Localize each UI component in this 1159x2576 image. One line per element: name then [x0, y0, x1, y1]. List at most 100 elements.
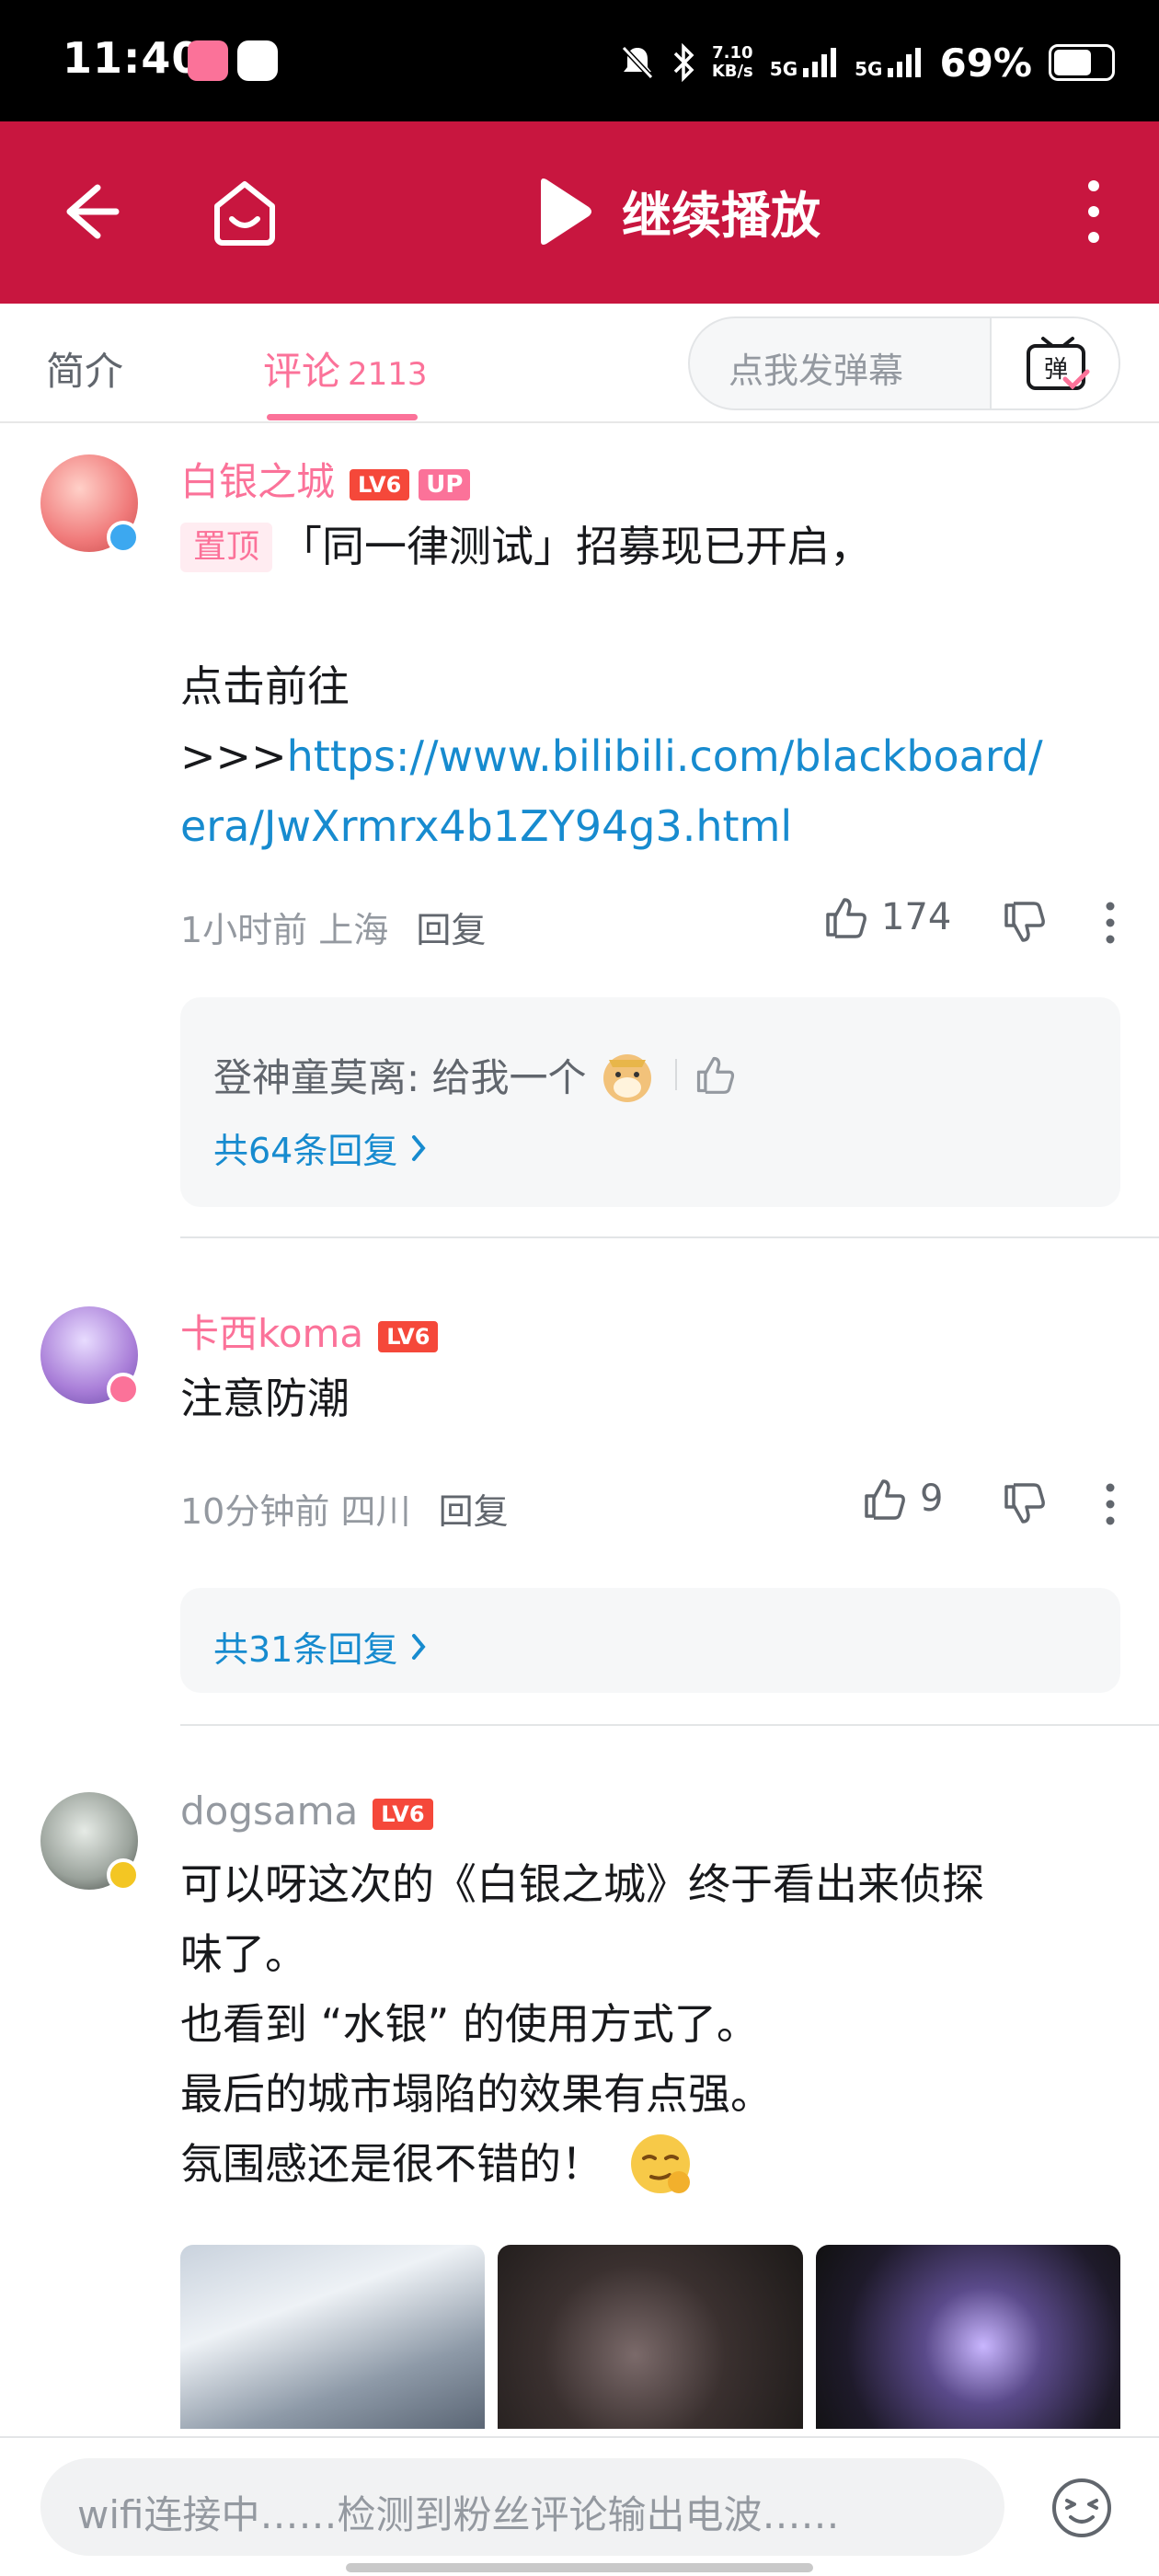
network-speed: 7.10 KB/s — [712, 44, 753, 81]
tab-comments[interactable]: 评论 2113 — [263, 340, 428, 397]
battery-fill — [1054, 50, 1091, 75]
like-button[interactable]: 9 — [861, 1476, 943, 1522]
comment-location: 上海 — [318, 910, 389, 950]
avatar[interactable] — [40, 454, 140, 554]
separator — [674, 1059, 677, 1090]
reply-preview-box[interactable]: 登神童莫离: 给我一个 共64条回复 — [180, 997, 1120, 1207]
thumbs-down-icon[interactable] — [1001, 1481, 1047, 1527]
arrow-left-icon[interactable] — [61, 167, 120, 256]
battery-icon — [1049, 44, 1115, 81]
bilibili-notification-icon — [188, 40, 228, 81]
doge-emoji-icon — [602, 1054, 651, 1102]
comment-username[interactable]: 卡西koma LV6 — [180, 1303, 439, 1359]
comment-text: 可以呀这次的《白银之城》终于看出来侦探 味了。 也看到 “水银” 的使用方式了。… — [180, 1849, 1109, 2199]
comment-meta: 10分钟前 四川 回复 — [180, 1483, 509, 1534]
comment-more-icon[interactable] — [1104, 900, 1117, 946]
avatar[interactable] — [40, 1792, 140, 1892]
more-vertical-icon[interactable] — [1084, 177, 1104, 247]
username-text: 卡西koma — [180, 1311, 364, 1356]
thumbs-up-small-icon[interactable] — [694, 1053, 736, 1096]
chevron-right-icon — [412, 1134, 426, 1161]
comment-line: 也看到 “水银” 的使用方式了。 — [180, 1999, 759, 2049]
danmaku-toggle-button[interactable]: 弹 — [990, 318, 1119, 408]
speed-value: 7.10 — [712, 43, 753, 63]
smug-emoji-icon — [631, 2134, 690, 2193]
comment-input-placeholder: wifi连接中……检测到粉丝评论输出电波…… — [77, 2492, 840, 2537]
signal-1-label: 5G — [769, 58, 798, 80]
level-badge: LV6 — [373, 1798, 433, 1830]
comment-location: 四川 — [340, 1491, 411, 1532]
up-badge: UP — [419, 468, 471, 500]
play-icon — [541, 178, 591, 245]
chevron-right-icon — [412, 1633, 426, 1660]
comment-divider — [180, 1724, 1159, 1726]
status-right-cluster: 7.10 KB/s 5G 5G 69% — [620, 37, 1115, 88]
danmaku-input[interactable]: 点我发弹幕 弹 — [688, 316, 1120, 410]
signal-bars-icon — [803, 48, 837, 77]
thumbs-up-icon — [826, 898, 866, 938]
avatar[interactable] — [40, 1306, 140, 1406]
comment-link[interactable]: https://www.bilibili.com/blackboard/ — [287, 731, 1043, 781]
qq-notification-icon — [237, 40, 278, 81]
comment-image[interactable] — [180, 2245, 486, 2429]
comment-line: 可以呀这次的《白银之城》终于看出来侦探 — [180, 1859, 984, 1909]
sub-reply-user[interactable]: 登神童莫离 — [213, 1047, 407, 1103]
tab-comments-label: 评论 — [263, 349, 341, 394]
reply-preview-box[interactable]: 共31条回复 — [180, 1588, 1120, 1693]
comment-link-continued[interactable]: era/JwXrmrx4b1ZY94g3.html — [180, 791, 1109, 861]
comment-username[interactable]: dogsama LV6 — [180, 1788, 433, 1834]
mute-bell-icon — [621, 45, 654, 80]
tv-home-icon[interactable] — [210, 167, 280, 256]
reply-button[interactable]: 回复 — [416, 910, 486, 950]
reply-total-text: 共31条回复 — [213, 1629, 398, 1670]
signal-1: 5G — [770, 46, 838, 79]
view-all-replies-link[interactable]: 共64条回复 — [213, 1122, 427, 1173]
status-time: 11:40 — [63, 33, 202, 83]
sub-reply: 登神童莫离: 给我一个 — [213, 1043, 736, 1106]
pinned-badge: 置顶 — [180, 523, 273, 572]
thumbs-up-icon — [865, 1479, 905, 1520]
comment-time: 10分钟前 — [180, 1491, 330, 1532]
battery-percent: 69% — [939, 40, 1032, 86]
danmaku-glyph: 弹 — [1044, 356, 1068, 384]
reply-button[interactable]: 回复 — [439, 1491, 509, 1532]
comment-line: 最后的城市塌陷的效果有点强。 — [180, 2069, 773, 2119]
tab-intro[interactable]: 简介 — [46, 340, 123, 397]
comment-image[interactable] — [815, 2245, 1120, 2429]
active-tab-indicator — [267, 414, 418, 420]
continue-play-button[interactable]: 继续播放 — [535, 175, 820, 247]
comment-more-icon[interactable] — [1104, 1481, 1117, 1527]
level-badge: LV6 — [378, 1320, 439, 1352]
danmaku-tv-icon: 弹 — [1027, 337, 1090, 390]
comment-image-row — [180, 2245, 1120, 2429]
status-bar: 11:40 7.10 KB/s 5G 5G 69% — [0, 0, 1159, 121]
video-header: 继续播放 — [0, 121, 1159, 304]
reply-total-text: 共64条回复 — [213, 1131, 398, 1171]
vip-badge-icon — [107, 1373, 140, 1406]
comment-line: 味了。 — [180, 1929, 307, 1979]
emoji-face-icon[interactable] — [1049, 2475, 1115, 2541]
view-all-replies-link[interactable]: 共31条回复 — [213, 1621, 427, 1672]
like-button[interactable]: 174 — [822, 894, 951, 940]
comment-text: 置顶 「同一律测试」招募现已开启， 点击前往 >>>https://www.bil… — [180, 512, 1109, 861]
level-badge: LV6 — [350, 468, 410, 500]
username-text: dogsama — [180, 1788, 359, 1834]
comment-meta: 1小时前 上海 回复 — [180, 902, 486, 952]
thumbs-down-icon[interactable] — [1001, 900, 1047, 946]
comment-line: 氛围感还是很不错的！ — [180, 2139, 603, 2189]
bluetooth-icon — [673, 43, 694, 82]
comment-time: 1小时前 — [180, 910, 308, 950]
comment-image[interactable] — [498, 2245, 803, 2429]
speed-unit: KB/s — [711, 62, 753, 81]
home-indicator[interactable] — [346, 2563, 813, 2572]
like-count: 174 — [881, 896, 952, 938]
comment-username[interactable]: 白银之城 LV6 UP — [180, 451, 471, 507]
comment-arrows: >>> — [180, 731, 287, 781]
username-text: 白银之城 — [180, 459, 336, 504]
comment-divider — [180, 1236, 1159, 1238]
like-count: 9 — [920, 1478, 944, 1520]
comment-line: 注意防潮 — [180, 1374, 350, 1423]
sub-reply-text: : 给我一个 — [407, 1054, 587, 1100]
comment-line: 「同一律测试」招募现已开启， — [280, 522, 873, 571]
comment-input[interactable]: wifi连接中……检测到粉丝评论输出电波…… — [40, 2458, 1004, 2556]
